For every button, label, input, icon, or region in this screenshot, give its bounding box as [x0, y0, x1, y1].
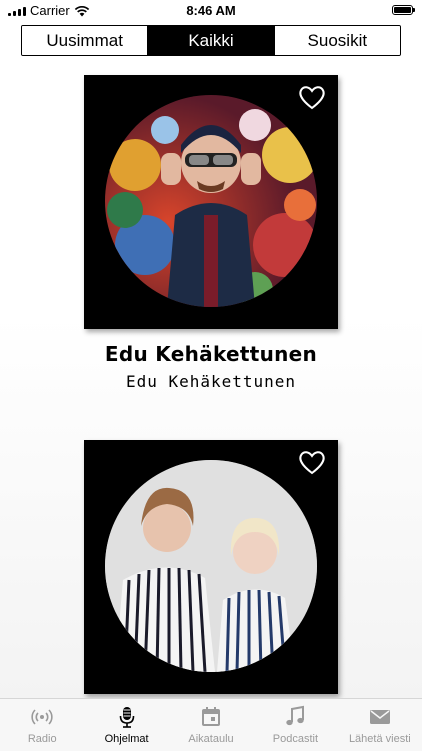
favorite-heart-icon[interactable]	[298, 449, 326, 475]
calendar-icon	[202, 707, 221, 726]
filter-segmented-control: Uusimmat Kaikki Suosikit	[21, 25, 401, 56]
tab-bar: Radio Ohjelmat Aikataulu Podcastit Lähet…	[0, 698, 422, 751]
tab-label: Ohjelmat	[104, 733, 149, 745]
show-photo	[105, 95, 317, 307]
battery-icon	[392, 5, 415, 15]
status-time: 8:46 AM	[186, 3, 236, 18]
tab-podcastit[interactable]: Podcastit	[253, 699, 337, 751]
segment-uusimmat[interactable]: Uusimmat	[22, 26, 148, 55]
tab-label: Radio	[27, 733, 57, 745]
status-bar: Carrier 8:46 AM	[0, 0, 422, 22]
tab-laheta-viesti[interactable]: Lähetä viesti	[338, 699, 422, 751]
segment-suosikit[interactable]: Suosikit	[273, 26, 400, 55]
segment-kaikki[interactable]: Kaikki	[147, 26, 274, 55]
tab-label: Aikataulu	[188, 733, 234, 745]
tab-label: Lähetä viesti	[348, 733, 411, 745]
show-photo	[105, 460, 317, 672]
tab-label: Podcastit	[272, 733, 319, 745]
microphone-icon	[119, 707, 134, 728]
show-card[interactable]	[84, 440, 338, 694]
tab-aikataulu[interactable]: Aikataulu	[169, 699, 253, 751]
music-note-icon	[286, 705, 305, 726]
favorite-heart-icon[interactable]	[298, 84, 326, 110]
envelope-icon	[369, 710, 390, 724]
radio-waves-icon	[31, 709, 53, 725]
shows-list[interactable]: Edu Kehäkettunen Edu Kehäkettunen	[0, 60, 422, 698]
show-card[interactable]	[84, 75, 338, 329]
show-title[interactable]: Edu Kehäkettunen	[0, 342, 422, 366]
tab-radio[interactable]: Radio	[0, 699, 84, 751]
show-subtitle: Edu Kehäkettunen	[125, 372, 297, 391]
tab-ohjelmat[interactable]: Ohjelmat	[84, 699, 168, 751]
